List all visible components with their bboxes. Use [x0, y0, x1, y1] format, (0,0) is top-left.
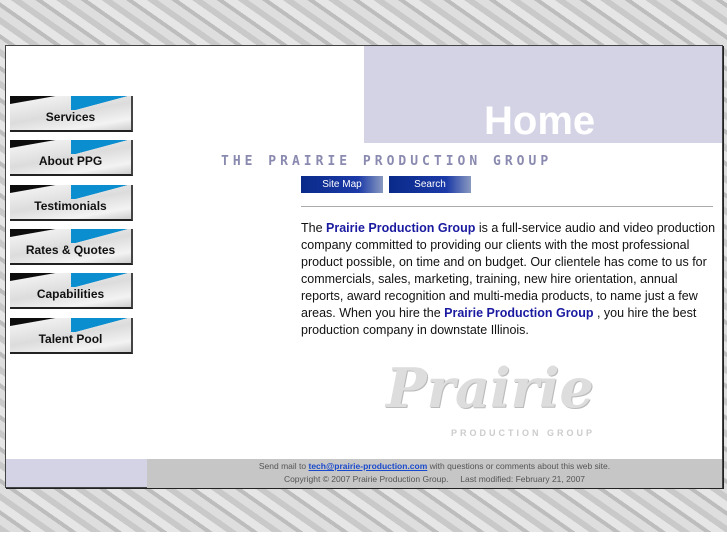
last-modified: Last modified: February 21, 2007	[460, 474, 586, 484]
nav-label: Testimonials	[34, 199, 107, 213]
tagline: THE PRAIRIE PRODUCTION GROUP	[221, 154, 553, 169]
nav-label: Rates & Quotes	[25, 243, 116, 257]
logo-subtitle: PRODUCTION GROUP	[451, 428, 596, 438]
footer-text: with questions or comments about this we…	[427, 461, 611, 471]
nav-label: Talent Pool	[38, 332, 103, 346]
nav-label: Capabilities	[36, 287, 105, 301]
nav-label: About PPG	[38, 154, 103, 168]
nav-capabilities[interactable]: Capabilities	[10, 273, 133, 309]
footer: Send mail to tech@prairie-production.com…	[147, 459, 722, 488]
prairie-logo: Prairie	[386, 356, 594, 420]
nav-services[interactable]: Services	[10, 96, 133, 132]
nav-testimonials[interactable]: Testimonials	[10, 185, 133, 221]
brand-name: Prairie Production Group	[444, 306, 594, 320]
nav-rates[interactable]: Rates & Quotes	[10, 229, 133, 265]
copyright: Copyright © 2007 Prairie Production Grou…	[283, 474, 449, 484]
intro-text: The Prairie Production Group is a full-s…	[301, 220, 716, 339]
nav-label: Services	[45, 110, 96, 124]
footer-left	[6, 459, 147, 487]
footer-text: Send mail to	[258, 461, 309, 471]
page-title: Home	[484, 99, 596, 143]
nav-about[interactable]: About PPG	[10, 140, 133, 176]
text: The	[301, 221, 327, 235]
email-link[interactable]: tech@prairie-production.com	[308, 461, 427, 471]
brand-name: Prairie Production Group	[326, 221, 476, 235]
search-button[interactable]: Search	[389, 176, 471, 193]
page-frame: Home Services About PPG Testimonials Rat…	[5, 45, 723, 488]
nav-talent-pool[interactable]: Talent Pool	[10, 318, 133, 354]
divider	[301, 206, 713, 207]
site-map-button[interactable]: Site Map	[301, 176, 383, 193]
